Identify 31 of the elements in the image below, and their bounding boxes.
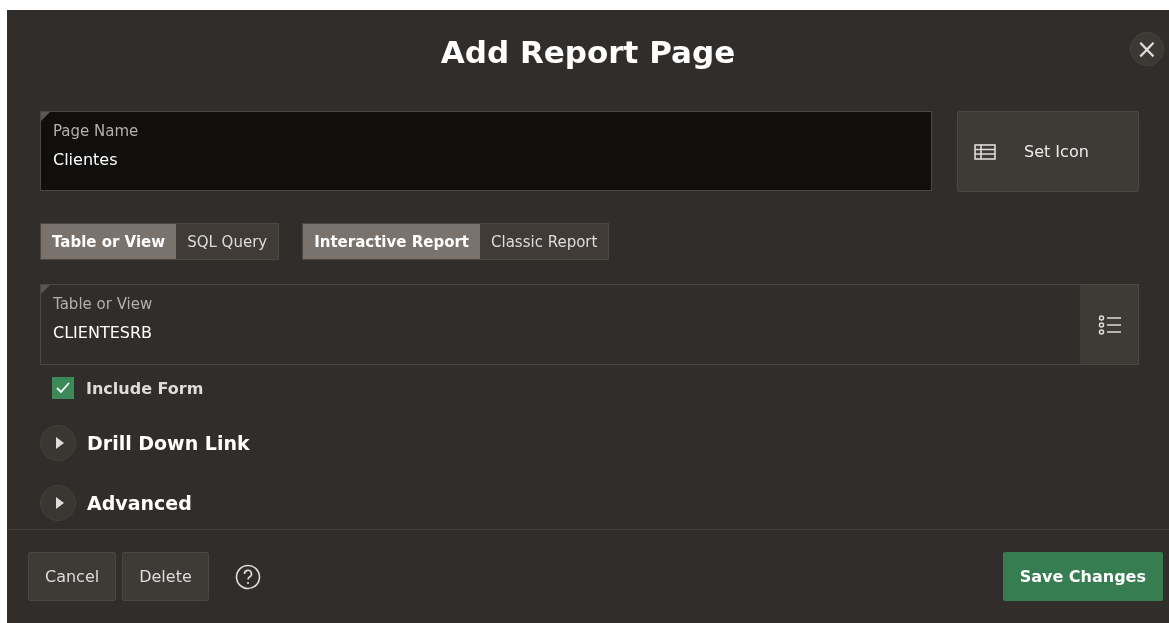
- report-type-option[interactable]: Interactive Report: [303, 224, 481, 259]
- save-changes-button[interactable]: Save Changes: [1002, 552, 1163, 601]
- field-value: Clientes: [53, 150, 118, 169]
- field-label: Table or View: [53, 295, 153, 313]
- footer-button[interactable]: Delete: [122, 552, 209, 601]
- expand-toggle[interactable]: [40, 425, 76, 461]
- section-heading[interactable]: Advanced: [87, 492, 192, 514]
- report-type-option[interactable]: Classic Report: [480, 224, 609, 259]
- field-value: CLIENTESRB: [53, 323, 152, 342]
- table-or-view-field[interactable]: Table or View CLIENTESRB: [40, 284, 1139, 365]
- expand-toggle[interactable]: [40, 485, 76, 521]
- dialog-title: Add Report Page: [440, 33, 736, 70]
- close-button[interactable]: ×: [1130, 32, 1164, 66]
- include-form-label: Include Form: [86, 378, 204, 398]
- set-icon-button[interactable]: Set Icon: [957, 111, 1139, 192]
- source-toggle-option[interactable]: Table or View: [41, 224, 177, 259]
- list-icon: [1097, 313, 1122, 336]
- table-icon: [974, 143, 996, 160]
- section-heading[interactable]: Drill Down Link: [87, 432, 250, 454]
- field-label: Page Name: [53, 122, 139, 140]
- source-toggle-option[interactable]: SQL Query: [176, 224, 279, 259]
- triangle-icon: [54, 437, 65, 449]
- help-icon[interactable]: [234, 563, 261, 590]
- corner-marker: [41, 112, 50, 121]
- corner-marker: [41, 285, 50, 294]
- list-button[interactable]: [1080, 285, 1138, 364]
- triangle-icon: [54, 497, 65, 509]
- footer-button[interactable]: Cancel: [28, 552, 117, 601]
- checkmark-icon: [56, 382, 70, 394]
- page-name-field[interactable]: Page Name Clientes: [40, 111, 932, 191]
- include-form-checkbox[interactable]: [52, 377, 74, 399]
